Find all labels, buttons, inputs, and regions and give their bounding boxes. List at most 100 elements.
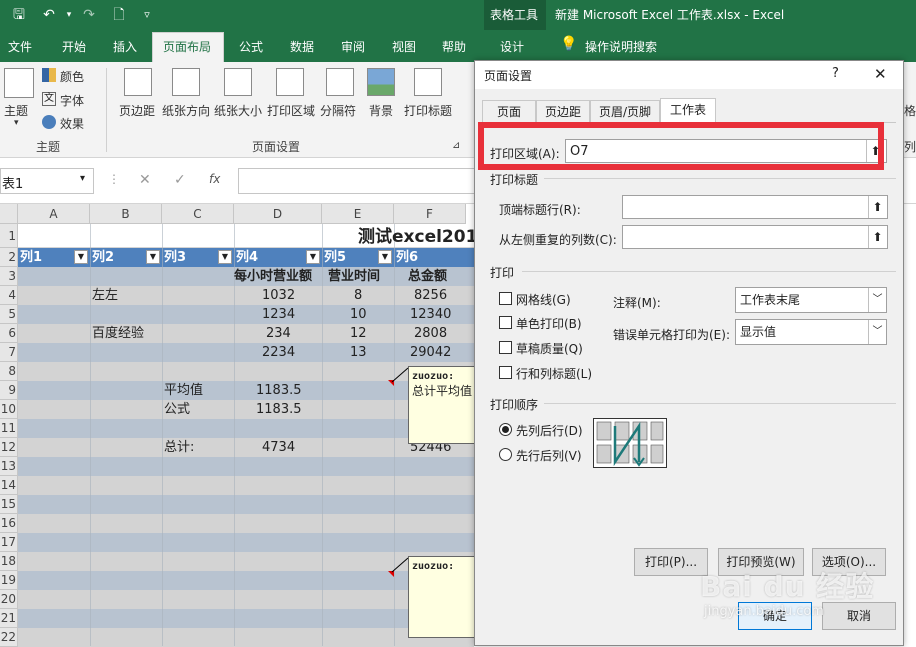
print-titles-button[interactable]: 打印标题 — [404, 102, 452, 119]
table-header-cell[interactable]: 列5 — [324, 248, 346, 267]
top-rows-input[interactable] — [622, 195, 888, 219]
over-then-down-label[interactable]: 先行后列(V) — [516, 447, 582, 464]
cell-d10[interactable]: 1183.5 — [256, 400, 302, 419]
row-header[interactable]: 13 — [0, 457, 18, 476]
column-header-d[interactable]: D — [234, 204, 322, 224]
cancel-entry-icon[interactable]: ✕ — [139, 172, 151, 188]
table-header-cell[interactable]: 列4 — [236, 248, 258, 267]
confirm-entry-icon[interactable]: ✓ — [174, 172, 186, 188]
customize-qat-icon[interactable]: ▿ — [134, 4, 160, 26]
over-then-down-radio[interactable] — [499, 448, 512, 461]
cell-d3[interactable]: 每小时营业额 — [234, 267, 312, 286]
row-header[interactable]: 22 — [0, 628, 18, 647]
row-header[interactable]: 11 — [0, 419, 18, 438]
cell-d7[interactable]: 2234 — [262, 343, 295, 362]
tab-insert[interactable]: 插入 — [113, 38, 137, 55]
row-header[interactable]: 9 — [0, 381, 18, 400]
comment-box[interactable]: zuozuo: 总计平均值 — [408, 366, 476, 444]
row-header[interactable]: 18 — [0, 552, 18, 571]
breaks-button[interactable]: 分隔符 — [320, 102, 356, 119]
cell-f7[interactable]: 29042 — [410, 343, 451, 362]
headings-label[interactable]: 行和列标题(L) — [516, 365, 592, 382]
dialog-tab-header-footer[interactable]: 页眉/页脚 — [590, 100, 660, 122]
help-button[interactable]: ? — [832, 66, 839, 81]
cell-e5[interactable]: 10 — [350, 305, 367, 324]
collapse-dialog-icon[interactable]: ⬆ — [868, 196, 886, 218]
collapse-dialog-icon[interactable]: ⬆ — [868, 226, 886, 248]
tab-review[interactable]: 审阅 — [341, 38, 365, 55]
table-header-cell[interactable]: 列3 — [164, 248, 186, 267]
name-box-dropdown-icon[interactable]: ▾ — [80, 173, 85, 184]
cell-e7[interactable]: 13 — [350, 343, 367, 362]
row-header[interactable]: 19 — [0, 571, 18, 590]
redo-icon[interactable]: ↷ — [76, 4, 102, 26]
themes-dropdown-icon[interactable]: ▾ — [14, 118, 19, 128]
gridlines-label[interactable]: 网格线(G) — [516, 291, 571, 308]
background-button[interactable]: 背景 — [369, 102, 393, 119]
fonts-icon[interactable]: 文 — [42, 92, 56, 106]
table-header-cell[interactable]: 列1 — [20, 248, 42, 267]
print-area-button[interactable]: 打印区域 — [267, 102, 315, 119]
tab-view[interactable]: 视图 — [392, 38, 416, 55]
row-header[interactable]: 5 — [0, 305, 18, 324]
row-header[interactable]: 15 — [0, 495, 18, 514]
tab-page-layout[interactable]: 页面布局 — [163, 38, 211, 55]
mono-checkbox[interactable] — [499, 316, 512, 329]
dialog-tab-margins[interactable]: 页边距 — [536, 100, 590, 122]
cell-d4[interactable]: 1032 — [262, 286, 295, 305]
comments-select[interactable]: 工作表末尾 — [735, 287, 887, 313]
margins-button[interactable]: 页边距 — [119, 102, 155, 119]
row-header[interactable]: 7 — [0, 343, 18, 362]
cell-d9[interactable]: 1183.5 — [256, 381, 302, 400]
cell-c9[interactable]: 平均值 — [164, 381, 203, 400]
chevron-down-icon[interactable]: ﹀ — [868, 288, 886, 312]
tab-formulas[interactable]: 公式 — [239, 38, 263, 55]
row-header[interactable]: 10 — [0, 400, 18, 419]
chevron-down-icon[interactable]: ﹀ — [868, 320, 886, 344]
cell-f5[interactable]: 12340 — [410, 305, 451, 324]
table-header-cell[interactable]: 列2 — [92, 248, 114, 267]
cell-c10[interactable]: 公式 — [164, 400, 190, 419]
row-header[interactable]: 17 — [0, 533, 18, 552]
comment-box[interactable]: zuozuo: — [408, 556, 476, 638]
page-setup-launcher-icon[interactable]: ⊿ — [452, 140, 460, 151]
cell-d12[interactable]: 4734 — [262, 438, 295, 457]
dialog-tab-sheet[interactable]: 工作表 — [660, 98, 716, 124]
row-header[interactable]: 21 — [0, 609, 18, 628]
print-area-icon[interactable] — [276, 68, 304, 96]
save-icon[interactable]: 🖫 — [6, 4, 32, 26]
margins-icon[interactable] — [124, 68, 152, 96]
cell-b4[interactable]: 左左 — [92, 286, 118, 305]
tell-me-search[interactable]: 操作说明搜索 — [585, 38, 657, 55]
row-header[interactable]: 20 — [0, 590, 18, 609]
filter-dropdown-icon[interactable]: ▼ — [146, 250, 160, 264]
column-header-b[interactable]: B — [90, 204, 162, 224]
cell-f6[interactable]: 2808 — [414, 324, 447, 343]
sheet-title[interactable]: 测试excel2019 — [358, 226, 489, 248]
insert-function-icon[interactable]: fx — [209, 172, 220, 186]
print-button[interactable]: 打印(P)... — [634, 548, 708, 576]
background-icon[interactable] — [367, 68, 395, 96]
cell-d6[interactable]: 234 — [266, 324, 291, 343]
filter-dropdown-icon[interactable]: ▼ — [306, 250, 320, 264]
draft-checkbox[interactable] — [499, 341, 512, 354]
size-button[interactable]: 纸张大小 — [214, 102, 262, 119]
size-icon[interactable] — [224, 68, 252, 96]
filter-dropdown-icon[interactable]: ▼ — [218, 250, 232, 264]
tab-data[interactable]: 数据 — [290, 38, 314, 55]
cancel-button[interactable]: 取消 — [822, 602, 896, 630]
tab-home[interactable]: 开始 — [62, 38, 86, 55]
row-header[interactable]: 14 — [0, 476, 18, 495]
row-header[interactable]: 16 — [0, 514, 18, 533]
cell-f3[interactable]: 总金额 — [408, 267, 447, 286]
headings-checkbox[interactable] — [499, 366, 512, 379]
themes-button[interactable]: 主题 — [4, 102, 28, 119]
effects-button[interactable]: 效果 — [60, 115, 84, 132]
themes-icon[interactable] — [4, 68, 34, 98]
tab-file[interactable]: 文件 — [8, 38, 32, 55]
down-then-over-label[interactable]: 先列后行(D) — [516, 422, 583, 439]
print-titles-icon[interactable] — [414, 68, 442, 96]
cell-d5[interactable]: 1234 — [262, 305, 295, 324]
draft-label[interactable]: 草稿质量(Q) — [516, 340, 583, 357]
colors-button[interactable]: 颜色 — [60, 68, 84, 85]
